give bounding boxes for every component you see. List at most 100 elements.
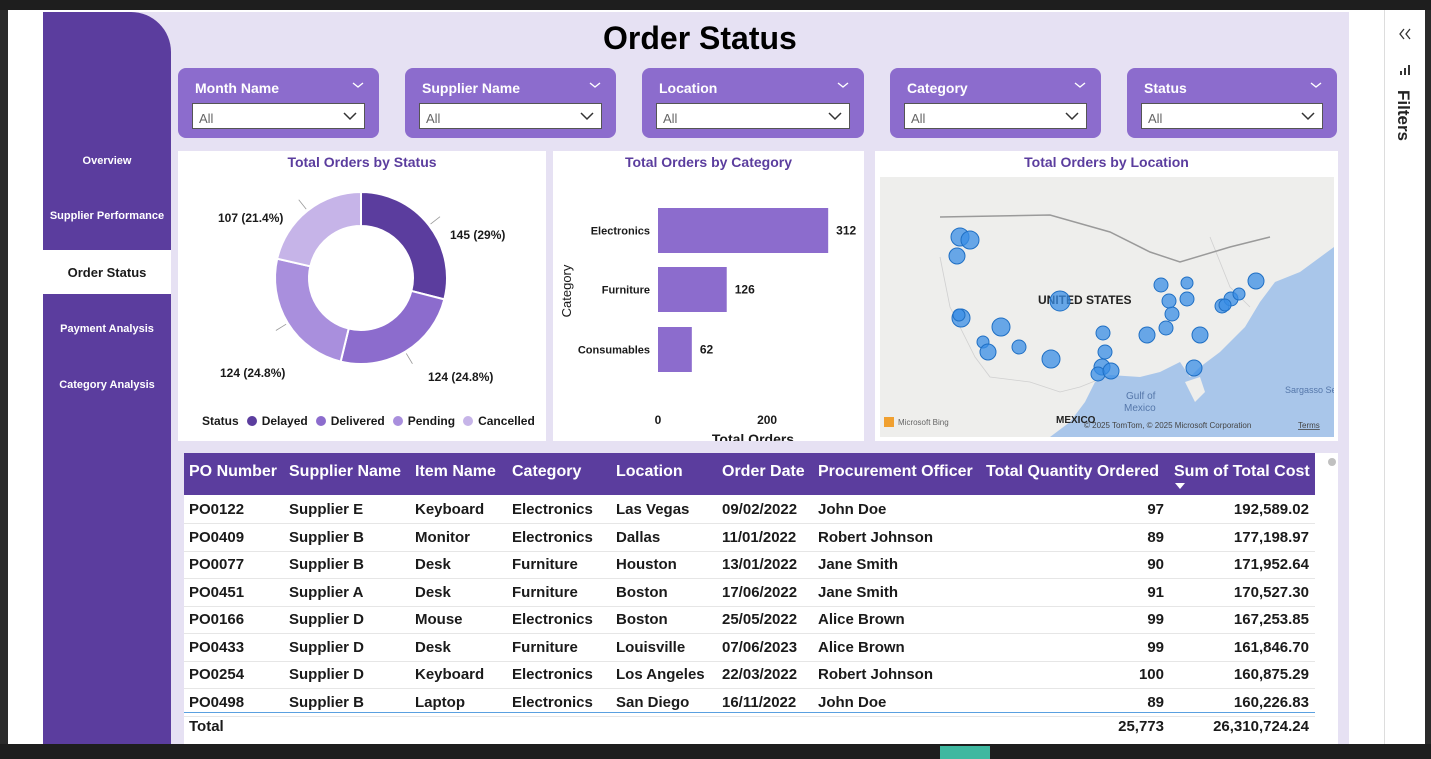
col-header-total-cost[interactable]: Sum of Total Cost (1174, 463, 1310, 481)
slicer-dropdown[interactable]: All (419, 103, 602, 129)
donut-slice-delivered[interactable] (339, 289, 446, 365)
table-row[interactable]: PO0451 Supplier A Desk Furniture Boston 17/06… (184, 579, 1315, 607)
map-terms-link[interactable]: Terms (1298, 421, 1320, 430)
table-row[interactable]: PO0254 Supplier D Keyboard Electronics Los A… (184, 661, 1315, 689)
bar-consumables[interactable] (658, 327, 692, 372)
legend-label-cancelled[interactable]: Cancelled (478, 414, 535, 428)
table-cell: 07/06/2023 (722, 638, 798, 656)
legend-label-delivered[interactable]: Delivered (331, 414, 385, 428)
nav-item-supplier-performance[interactable]: Supplier Performance (43, 194, 171, 238)
map-point[interactable] (1095, 325, 1111, 341)
map-point[interactable] (1180, 276, 1194, 290)
legend-label-pending[interactable]: Pending (408, 414, 455, 428)
map-point[interactable] (960, 230, 980, 250)
col-header-location[interactable]: Location (616, 463, 683, 481)
chevron-down-icon[interactable] (836, 78, 850, 92)
slicer-dropdown[interactable]: All (192, 103, 365, 129)
map-point[interactable] (952, 308, 966, 322)
table-cell-cost: 161,846.70 (1233, 638, 1309, 656)
map-point[interactable] (1097, 344, 1113, 360)
table-cell: Louisville (616, 638, 686, 656)
table-cell: Keyboard (415, 666, 485, 683)
table-cell-cost: 160,226.83 (1233, 693, 1309, 711)
table-total-row: Total 25,773 26,310,724.24 (184, 712, 1315, 743)
nav-item-category-analysis[interactable]: Category Analysis (43, 363, 171, 407)
table-row[interactable]: PO0122 Supplier E Keyboard Electronics Las V… (184, 496, 1315, 524)
table-row[interactable]: PO0077 Supplier B Desk Furniture Houston 13/0… (184, 551, 1315, 579)
col-header-item-name[interactable]: Item Name (415, 463, 496, 481)
chevron-down-icon[interactable] (588, 78, 602, 92)
table-cell: Mouse (415, 611, 463, 628)
bar-furniture[interactable] (658, 267, 727, 312)
map-point[interactable] (1179, 291, 1195, 307)
slicer-dropdown[interactable]: All (656, 103, 850, 129)
table-cell: Electronics (512, 693, 593, 711)
nav-item-order-status[interactable]: Order Status (43, 250, 171, 294)
bar-electronics[interactable] (658, 208, 829, 253)
slicer-dropdown[interactable]: All (1141, 103, 1323, 129)
map-point[interactable] (979, 343, 997, 361)
bing-logo-icon (884, 417, 894, 427)
slicer-supplier-name: Supplier Name All (405, 68, 616, 138)
map-point[interactable] (1218, 298, 1232, 312)
map-point[interactable] (1041, 349, 1061, 369)
donut-slice-delayed[interactable] (360, 190, 448, 301)
col-header-supplier-name[interactable]: Supplier Name (289, 463, 401, 481)
table-scrollbar[interactable] (1328, 458, 1336, 466)
map-point[interactable] (1011, 339, 1027, 355)
legend-swatch-cancelled (463, 416, 474, 426)
map-point[interactable] (1158, 320, 1174, 336)
col-header-po-number[interactable]: PO Number (189, 463, 277, 481)
table-cell: Alice Brown (818, 638, 905, 656)
chevron-down-icon[interactable] (1309, 78, 1323, 92)
map-point[interactable] (991, 317, 1011, 337)
map-point[interactable] (1153, 277, 1169, 293)
nav-item-payment-analysis[interactable]: Payment Analysis (43, 307, 171, 351)
bar-chart-panel: Total Orders by Category Electronics 312 F… (553, 151, 864, 441)
table-cell: John Doe (818, 693, 887, 711)
donut-chart: 145 (29%) 124 (24.8%) 124 (24.8%) 107 (21.4… (218, 190, 505, 384)
map-point[interactable] (1049, 290, 1071, 312)
table-row[interactable]: PO0409 Supplier B Monitor Electronics Dallas… (184, 524, 1315, 552)
col-header-total-quantity[interactable]: Total Quantity Ordered (986, 463, 1159, 481)
table-row[interactable]: PO0433 Supplier D Desk Furniture Louisville 0… (184, 634, 1315, 662)
table-cell-quantity: 100 (1138, 666, 1164, 683)
map-point[interactable] (1232, 287, 1246, 301)
donut-slice-cancelled[interactable] (275, 190, 362, 268)
legend-swatch-delivered (315, 416, 326, 426)
slicer-dropdown[interactable]: All (904, 103, 1087, 129)
total-cost: 26,310,724.24 (1213, 718, 1309, 735)
legend-label-delayed[interactable]: Delayed (262, 414, 308, 428)
map-point[interactable] (948, 247, 966, 265)
table-cell: PO0077 (189, 556, 245, 573)
col-header-order-date[interactable]: Order Date (722, 463, 805, 481)
filters-label[interactable]: Filters (1393, 90, 1413, 141)
map-point[interactable] (1102, 362, 1120, 380)
nav-item-overview[interactable]: Overview (43, 139, 171, 183)
col-header-category[interactable]: Category (512, 463, 581, 481)
chevron-down-icon[interactable] (1073, 78, 1087, 92)
bottom-active-tab[interactable] (940, 746, 990, 759)
sort-descending-icon (1175, 483, 1185, 489)
col-header-procurement-officer[interactable]: Procurement Officer (818, 463, 973, 481)
map-point[interactable] (1161, 293, 1177, 309)
report-page: Overview Supplier Performance Order Stat… (43, 12, 1349, 744)
table-cell: Boston (616, 583, 668, 601)
chart-title: Total Orders by Category (624, 154, 792, 170)
table-cell: Electronics (512, 528, 593, 546)
table-cell: Electronics (512, 501, 593, 518)
chevron-down-icon[interactable] (351, 78, 365, 92)
table-cell: John Doe (818, 501, 887, 518)
map-point[interactable] (1191, 326, 1209, 344)
slicer-value: All (426, 111, 441, 126)
map-point[interactable] (1138, 326, 1156, 344)
map-point[interactable] (1164, 306, 1180, 322)
map-point[interactable] (1185, 359, 1203, 377)
legend-swatch-pending (392, 416, 403, 426)
donut-slice-pending[interactable] (274, 257, 350, 363)
table-row[interactable]: PO0166 Supplier D Mouse Electronics Boston 25… (184, 606, 1315, 634)
map-visual[interactable]: UNITED STATES Gulf of Mexico Sargasso Se… (880, 177, 1334, 437)
map-point[interactable] (1247, 272, 1265, 290)
table-cell: Laptop (415, 693, 465, 711)
double-chevron-left-icon[interactable] (1398, 28, 1412, 40)
